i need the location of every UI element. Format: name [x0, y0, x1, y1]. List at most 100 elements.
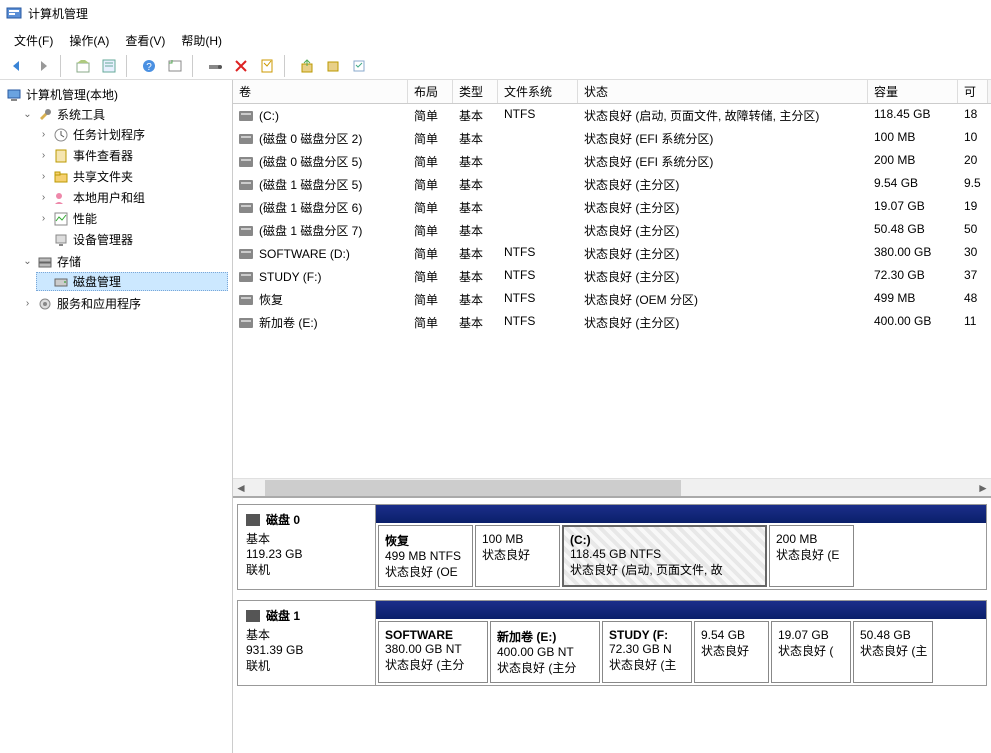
volume-layout: 简单	[408, 312, 453, 333]
volume-status: 状态良好 (主分区)	[578, 312, 868, 333]
col-capacity[interactable]: 容量	[868, 80, 958, 103]
expand-icon[interactable]: ›	[38, 171, 49, 182]
volume-layout: 简单	[408, 289, 453, 310]
volume-icon	[239, 157, 253, 167]
expand-icon[interactable]: ›	[38, 213, 49, 224]
partition[interactable]: STUDY (F: 72.30 GB N 状态良好 (主	[602, 621, 692, 683]
tool-5[interactable]	[204, 55, 226, 77]
menu-help[interactable]: 帮助(H)	[173, 30, 230, 48]
help-button[interactable]: ?	[138, 55, 160, 77]
volume-status: 状态良好 (主分区)	[578, 243, 868, 264]
partition[interactable]: (C:) 118.45 GB NTFS 状态良好 (启动, 页面文件, 故	[562, 525, 767, 587]
tool-8[interactable]	[322, 55, 344, 77]
partition[interactable]: 9.54 GB 状态良好	[694, 621, 769, 683]
partition-status: 状态良好 (主分	[385, 656, 481, 673]
menu-file[interactable]: 文件(F)	[6, 30, 61, 48]
volume-icon	[239, 134, 253, 144]
col-status[interactable]: 状态	[578, 80, 868, 103]
tool-9[interactable]	[348, 55, 370, 77]
tree-task-scheduler[interactable]: ›任务计划程序	[36, 125, 228, 144]
volume-type: 基本	[453, 128, 498, 149]
expand-icon[interactable]: ›	[22, 298, 33, 309]
partition-status: 状态良好 (E	[776, 546, 847, 563]
col-filesystem[interactable]: 文件系统	[498, 80, 578, 103]
volume-free: 19	[958, 197, 988, 218]
volume-icon	[239, 111, 253, 121]
tool-7[interactable]	[296, 55, 318, 77]
partition[interactable]: 200 MB 状态良好 (E	[769, 525, 854, 587]
delete-button[interactable]	[230, 55, 252, 77]
partition[interactable]: 50.48 GB 状态良好 (主	[853, 621, 933, 683]
partition-status: 状态良好 (OE	[385, 563, 466, 580]
disk-1-info[interactable]: 磁盘 1 基本 931.39 GB 联机	[238, 601, 376, 685]
tree-event-viewer[interactable]: ›事件查看器	[36, 146, 228, 165]
up-button[interactable]	[72, 55, 94, 77]
expand-icon[interactable]: ›	[38, 192, 49, 203]
volume-layout: 简单	[408, 174, 453, 195]
tree-performance[interactable]: ›性能	[36, 209, 228, 228]
partition-size: 9.54 GB	[701, 628, 762, 642]
menu-view[interactable]: 查看(V)	[117, 30, 173, 48]
col-volume[interactable]: 卷	[233, 80, 408, 103]
volume-fs	[498, 197, 578, 218]
tree-device-manager[interactable]: 设备管理器	[36, 230, 228, 249]
volume-type: 基本	[453, 151, 498, 172]
scroll-left-icon[interactable]: ◄	[233, 480, 249, 496]
disk-icon	[246, 610, 260, 622]
volume-name: (磁盘 0 磁盘分区 5)	[259, 153, 362, 170]
volume-row[interactable]: (磁盘 1 磁盘分区 6) 简单 基本 状态良好 (主分区) 19.07 GB …	[233, 196, 991, 219]
expand-icon[interactable]: ›	[38, 150, 49, 161]
volume-icon	[239, 226, 253, 236]
partition-size: 380.00 GB NT	[385, 642, 481, 656]
menu-action[interactable]: 操作(A)	[61, 30, 117, 48]
volume-row[interactable]: (C:) 简单 基本 NTFS 状态良好 (启动, 页面文件, 故障转储, 主分…	[233, 104, 991, 127]
volume-row[interactable]: (磁盘 0 磁盘分区 5) 简单 基本 状态良好 (EFI 系统分区) 200 …	[233, 150, 991, 173]
volume-type: 基本	[453, 197, 498, 218]
volume-name: STUDY (F:)	[259, 270, 321, 284]
volume-name: 恢复	[259, 291, 283, 308]
disk-graphical-view: 磁盘 0 基本 119.23 GB 联机 恢复 499 MB NTFS 状态良好…	[233, 498, 991, 753]
volume-capacity: 9.54 GB	[868, 174, 958, 195]
partition[interactable]: 100 MB 状态良好	[475, 525, 560, 587]
partition[interactable]: 新加卷 (E:) 400.00 GB NT 状态良好 (主分	[490, 621, 600, 683]
tree-shared-folders[interactable]: ›共享文件夹	[36, 167, 228, 186]
volume-capacity: 50.48 GB	[868, 220, 958, 241]
volume-fs: NTFS	[498, 266, 578, 287]
forward-button[interactable]	[32, 55, 54, 77]
volume-row[interactable]: (磁盘 1 磁盘分区 5) 简单 基本 状态良好 (主分区) 9.54 GB 9…	[233, 173, 991, 196]
volume-row[interactable]: 新加卷 (E:) 简单 基本 NTFS 状态良好 (主分区) 400.00 GB…	[233, 311, 991, 334]
partition[interactable]: 19.07 GB 状态良好 (	[771, 621, 851, 683]
tree-disk-management[interactable]: 磁盘管理	[36, 272, 228, 291]
volume-row[interactable]: (磁盘 0 磁盘分区 2) 简单 基本 状态良好 (EFI 系统分区) 100 …	[233, 127, 991, 150]
col-layout[interactable]: 布局	[408, 80, 453, 103]
tree-system-tools[interactable]: ⌄ 系统工具	[20, 105, 228, 124]
volume-row[interactable]: (磁盘 1 磁盘分区 7) 简单 基本 状态良好 (主分区) 50.48 GB …	[233, 219, 991, 242]
volume-capacity: 72.30 GB	[868, 266, 958, 287]
volume-name: (磁盘 1 磁盘分区 5)	[259, 176, 362, 193]
refresh-button[interactable]	[164, 55, 186, 77]
h-scrollbar[interactable]: ◄ ►	[233, 478, 991, 496]
tree-local-users[interactable]: ›本地用户和组	[36, 188, 228, 207]
tree-services-apps[interactable]: › 服务和应用程序	[20, 294, 228, 313]
tree-root[interactable]: 计算机管理(本地)	[4, 85, 228, 104]
tool-6[interactable]	[256, 55, 278, 77]
volume-status: 状态良好 (OEM 分区)	[578, 289, 868, 310]
partition[interactable]: 恢复 499 MB NTFS 状态良好 (OE	[378, 525, 473, 587]
menubar: 文件(F) 操作(A) 查看(V) 帮助(H)	[0, 26, 991, 52]
collapse-icon[interactable]: ⌄	[22, 256, 33, 267]
col-type[interactable]: 类型	[453, 80, 498, 103]
volume-capacity: 200 MB	[868, 151, 958, 172]
col-free[interactable]: 可	[958, 80, 988, 103]
tree-storage[interactable]: ⌄ 存储	[20, 252, 228, 271]
volume-row[interactable]: SOFTWARE (D:) 简单 基本 NTFS 状态良好 (主分区) 380.…	[233, 242, 991, 265]
volume-row[interactable]: 恢复 简单 基本 NTFS 状态良好 (OEM 分区) 499 MB 48	[233, 288, 991, 311]
scroll-right-icon[interactable]: ►	[975, 480, 991, 496]
partition[interactable]: SOFTWARE 380.00 GB NT 状态良好 (主分	[378, 621, 488, 683]
expand-icon[interactable]: ›	[38, 129, 49, 140]
back-button[interactable]	[6, 55, 28, 77]
volume-type: 基本	[453, 105, 498, 126]
properties-button[interactable]	[98, 55, 120, 77]
collapse-icon[interactable]: ⌄	[22, 109, 33, 120]
disk-0-info[interactable]: 磁盘 0 基本 119.23 GB 联机	[238, 505, 376, 589]
volume-row[interactable]: STUDY (F:) 简单 基本 NTFS 状态良好 (主分区) 72.30 G…	[233, 265, 991, 288]
